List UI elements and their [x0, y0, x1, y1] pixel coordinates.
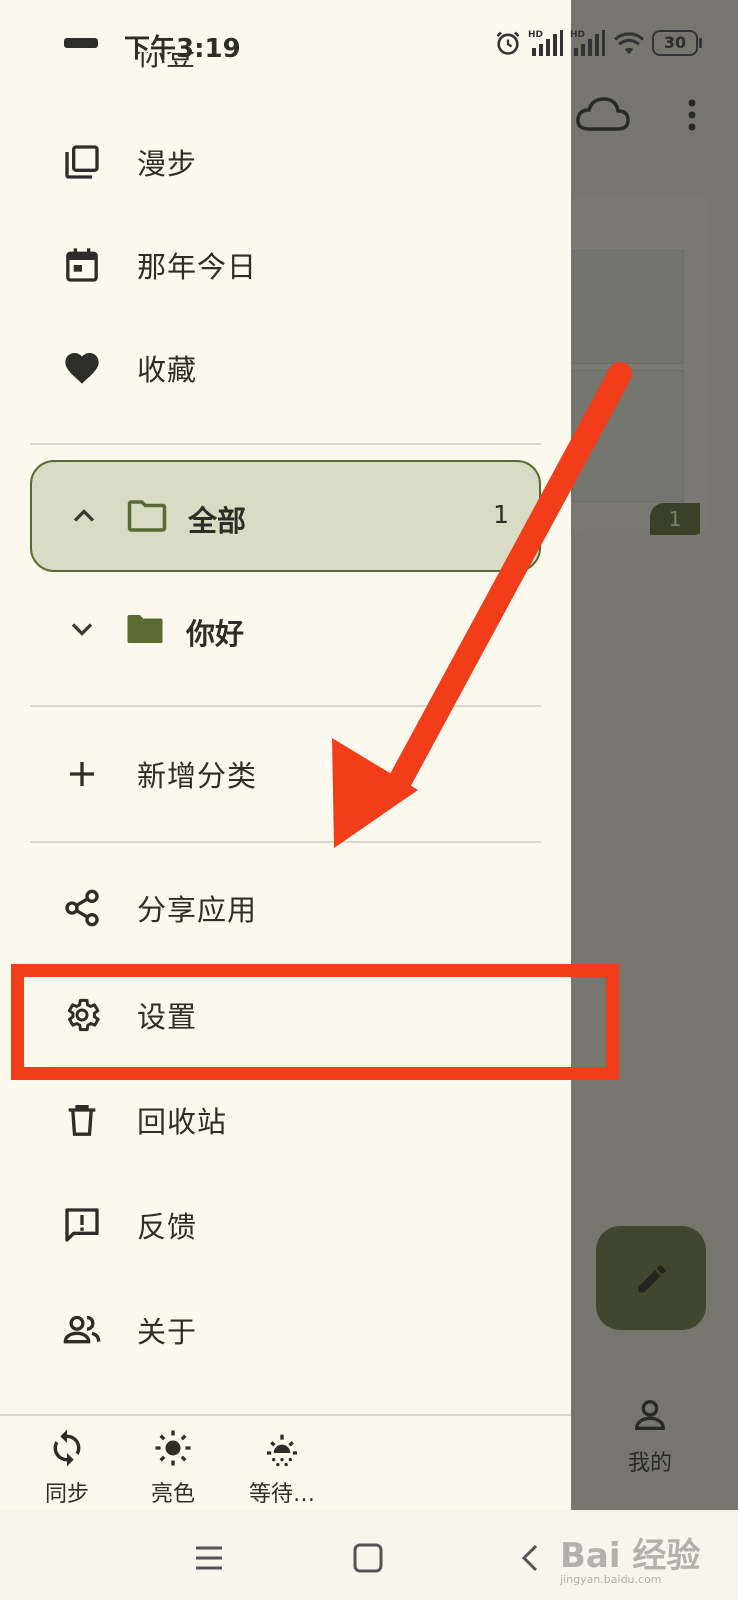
signal-hd-icon: HD — [570, 30, 605, 56]
status-bar: 下午3:19 HD HD 30 — [0, 0, 738, 80]
drawer-item-share-app[interactable]: 分享应用 — [0, 858, 571, 958]
sun-icon — [155, 1430, 191, 1466]
folder-item-all[interactable]: 全部 1 — [30, 460, 541, 572]
folder-label: 全部 — [188, 504, 247, 538]
divider — [30, 841, 541, 843]
status-time: 下午3:19 — [124, 34, 241, 64]
folder-item-hello[interactable]: 你好 — [30, 575, 541, 687]
chevron-down-icon[interactable] — [64, 611, 100, 647]
alarm-icon — [496, 31, 520, 55]
share-icon — [62, 888, 102, 928]
trash-icon — [62, 1100, 102, 1140]
drawer-item-favorites[interactable]: 收藏 — [0, 318, 571, 418]
tool-label: 同步 — [44, 1482, 89, 1507]
feedback-icon — [62, 1205, 102, 1245]
folder-label: 你好 — [186, 617, 245, 651]
svg-text:HD: HD — [528, 30, 543, 40]
wifi-icon — [613, 32, 645, 55]
add-category-button[interactable]: 新增分类 — [0, 724, 571, 824]
divider — [30, 443, 541, 445]
light-theme-button[interactable]: 亮色 — [128, 1428, 218, 1508]
navigation-drawer: 你登 漫步 那年今日 收藏 全部 1 你好 新增分类 分享应用 设置 回收站 反… — [0, 0, 571, 1510]
tool-label: 亮色 — [150, 1482, 195, 1507]
waiting-button[interactable]: 等待… — [232, 1428, 332, 1508]
signal-hd-icon: HD — [528, 30, 563, 56]
drawer-item-label: 那年今日 — [137, 250, 258, 284]
divider — [30, 705, 541, 707]
drawer-item-label: 反馈 — [137, 1210, 198, 1244]
drawer-item-label: 漫步 — [137, 147, 198, 181]
folder-outline-icon — [127, 500, 167, 532]
home-icon[interactable] — [348, 1538, 388, 1578]
divider — [0, 1414, 571, 1416]
folder-filled-icon — [127, 615, 163, 643]
watermark-text: Bai 经验 — [560, 1536, 701, 1576]
back-icon[interactable] — [512, 1538, 552, 1578]
add-category-label: 新增分类 — [137, 759, 258, 793]
heart-icon — [62, 348, 102, 388]
drawer-item-label: 分享应用 — [137, 893, 258, 927]
sync-icon — [53, 1429, 81, 1467]
people-icon — [62, 1310, 102, 1350]
drawer-item-label: 收藏 — [137, 353, 198, 387]
chevron-up-icon[interactable] — [66, 498, 102, 534]
drawer-item-on-this-day[interactable]: 那年今日 — [0, 215, 571, 315]
drawer-item-recycle-bin[interactable]: 回收站 — [0, 1070, 571, 1170]
drawer-item-about[interactable]: 关于 — [0, 1280, 571, 1380]
status-icons: HD HD 30 — [494, 26, 702, 60]
watermark: Bai 经验 jingyan.baidu.com — [560, 1528, 700, 1586]
calendar-icon — [62, 245, 102, 285]
drawer-item-label: 关于 — [137, 1315, 198, 1349]
sync-button[interactable]: 同步 — [22, 1428, 112, 1508]
library-icon — [62, 142, 102, 182]
drawer-item-feedback[interactable]: 反馈 — [0, 1175, 571, 1275]
folder-count: 1 — [493, 500, 509, 529]
svg-text:HD: HD — [570, 30, 585, 40]
plus-icon — [62, 754, 102, 794]
menu-icon[interactable] — [190, 1538, 230, 1578]
drawer-item-stroll[interactable]: 漫步 — [0, 112, 571, 212]
battery-indicator: 30 — [652, 30, 702, 56]
tool-label: 等待… — [248, 1482, 315, 1507]
drawer-item-label: 回收站 — [137, 1105, 228, 1139]
annotation-highlight-box — [11, 964, 619, 1080]
sunrise-icon — [267, 1434, 297, 1467]
